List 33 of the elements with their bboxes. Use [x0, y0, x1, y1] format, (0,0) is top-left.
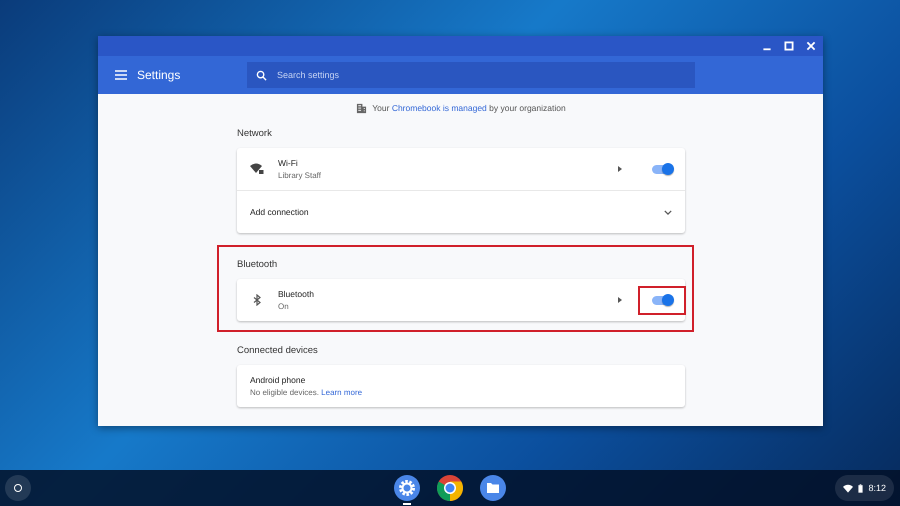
row-title: Wi-Fi [278, 158, 299, 168]
row-title: Bluetooth [278, 289, 315, 299]
section-title: Network [237, 128, 273, 141]
learn-more-link[interactable]: Learn more [321, 388, 362, 397]
section-title: Connected devices [237, 345, 319, 358]
battery-icon [858, 484, 864, 492]
toggle-switch[interactable] [652, 296, 672, 304]
row-subtitle: No eligible devices. [250, 388, 319, 397]
clock-time: 8:12 [868, 483, 886, 493]
row-title[interactable]: Add connection [250, 207, 664, 217]
arrow-right-icon[interactable] [618, 166, 622, 172]
managed-link[interactable]: Chromebook is managed [392, 103, 487, 113]
section-title: Bluetooth [237, 259, 278, 272]
maximize-icon[interactable] [783, 40, 795, 52]
folder-icon[interactable] [480, 475, 506, 501]
menu-icon[interactable] [115, 70, 127, 80]
arrow-right-icon[interactable] [618, 297, 622, 303]
row-subtitle: On [278, 302, 290, 311]
wifi-lock-icon [250, 163, 264, 175]
status-tray[interactable]: 8:12 [835, 475, 894, 501]
building-icon [356, 102, 368, 114]
launcher-button[interactable] [5, 475, 31, 501]
wifi-icon [843, 484, 854, 492]
row-title: Android phone [250, 375, 306, 385]
search-icon [256, 70, 267, 80]
chevron-down-icon[interactable] [664, 210, 672, 214]
gear-icon[interactable] [394, 475, 420, 501]
browser-icon[interactable] [437, 475, 463, 501]
toggle-switch[interactable] [652, 164, 672, 174]
row-subtitle: Library Staff [278, 171, 322, 180]
close-icon[interactable] [805, 40, 817, 52]
window-title: Settings [137, 68, 182, 82]
managed-notice: Your Chromebook is managed by your organization [372, 103, 566, 113]
